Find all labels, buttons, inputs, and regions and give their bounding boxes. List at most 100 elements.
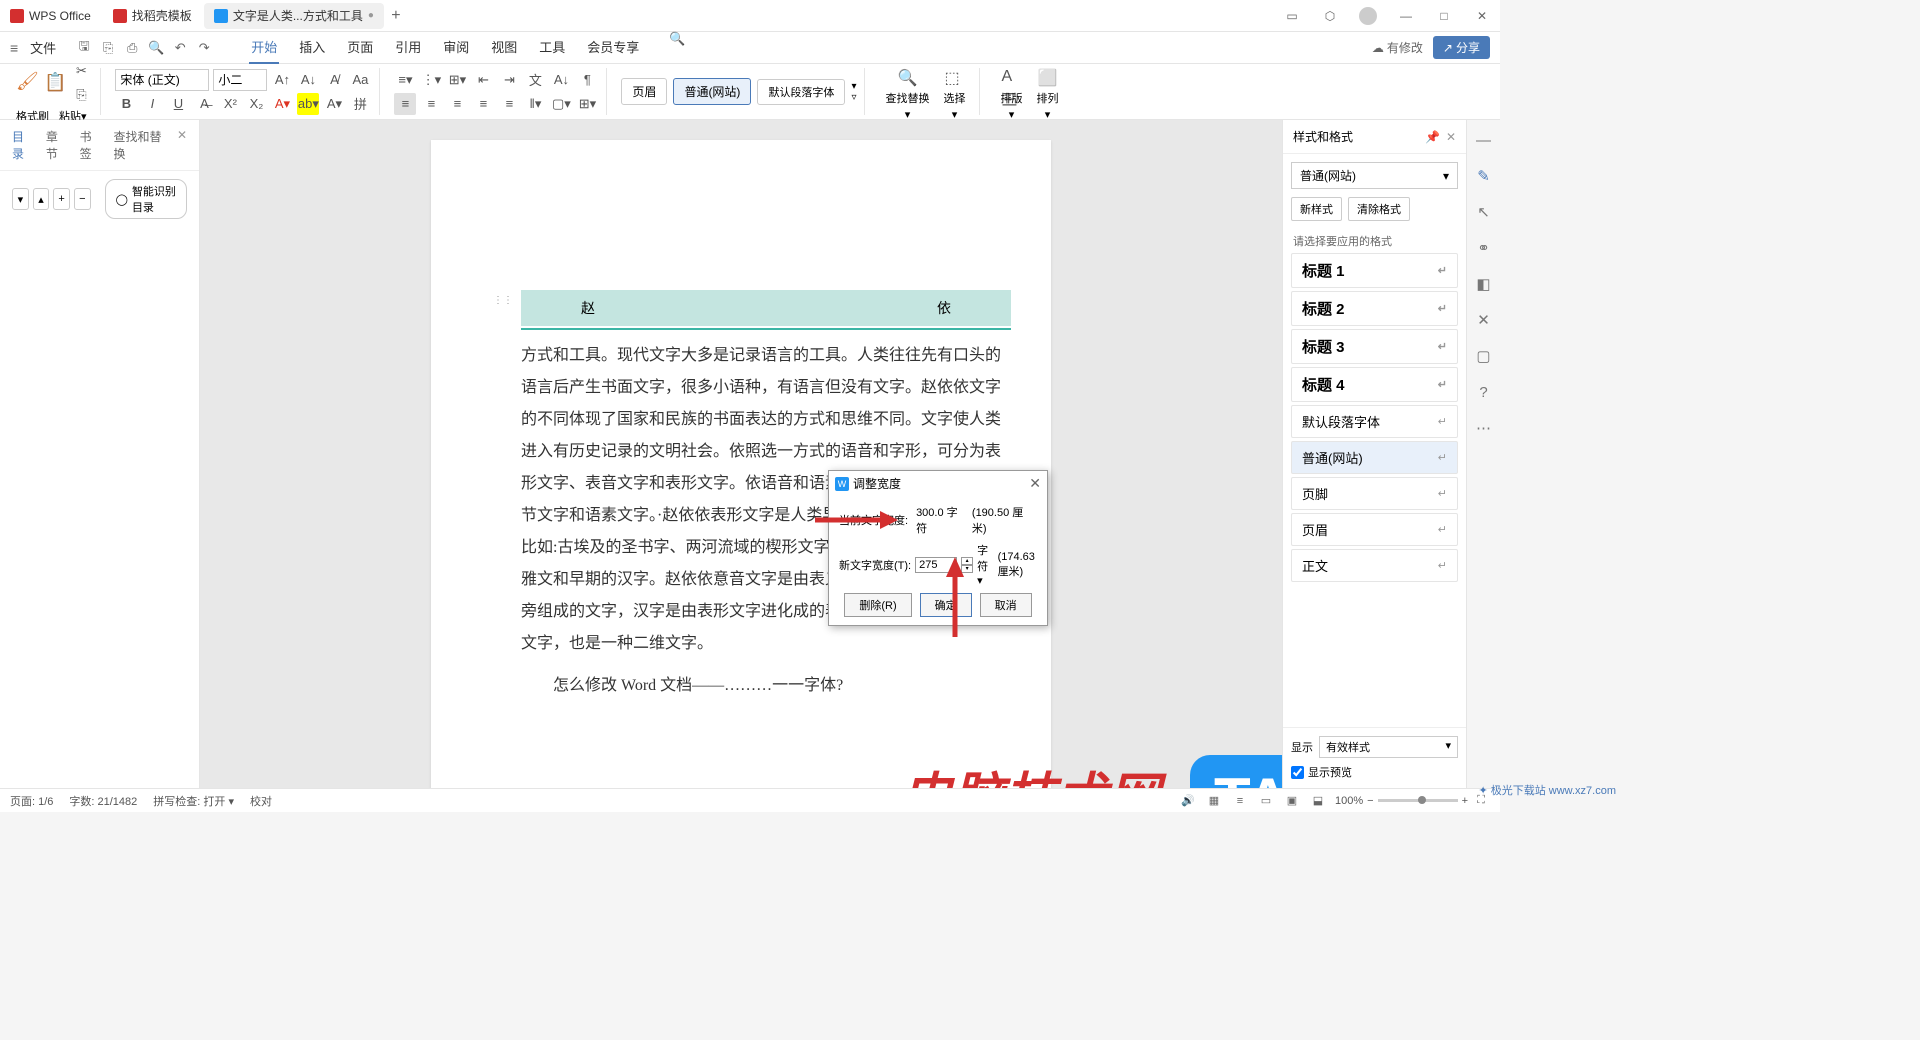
new-style-button[interactable]: 新样式: [1291, 197, 1342, 221]
clear-format-button[interactable]: 清除格式: [1348, 197, 1410, 221]
dialog-close-icon[interactable]: ✕: [1029, 475, 1041, 492]
drag-handle-icon[interactable]: ⋮⋮: [493, 295, 513, 306]
proofread-status[interactable]: 校对: [250, 793, 272, 809]
superscript-button[interactable]: X²: [219, 93, 241, 115]
decrease-indent-icon[interactable]: ⇤: [472, 69, 494, 91]
underline-button[interactable]: U: [167, 93, 189, 115]
sort-icon[interactable]: A↓: [550, 69, 572, 91]
style-item[interactable]: 普通(网站)↵: [1291, 441, 1458, 474]
highlight-button[interactable]: ab▾: [297, 93, 319, 115]
style-expand-icon[interactable]: ▾▿: [851, 81, 856, 103]
spinner-down[interactable]: ▾: [961, 565, 973, 573]
bullet-list-icon[interactable]: ≡▾: [394, 69, 416, 91]
tab-review[interactable]: 审阅: [441, 31, 471, 64]
close-button[interactable]: ✕: [1464, 2, 1500, 30]
increase-indent-icon[interactable]: ⇥: [498, 69, 520, 91]
pointer-icon[interactable]: ↖: [1474, 202, 1494, 222]
collapse-icon[interactable]: —: [1474, 130, 1494, 150]
view-web-icon[interactable]: ▭: [1257, 792, 1275, 810]
dialog-ok-button[interactable]: 确定: [920, 593, 972, 617]
minimize-button[interactable]: —: [1388, 2, 1424, 30]
show-marks-icon[interactable]: ¶: [576, 69, 598, 91]
smart-toc-button[interactable]: ◯ 智能识别目录: [105, 179, 187, 219]
arrange-button[interactable]: ⬜排列▾: [1030, 68, 1064, 115]
tools-icon[interactable]: ✕: [1474, 310, 1494, 330]
panel-close-icon[interactable]: ✕: [1446, 130, 1456, 144]
unit-dropdown[interactable]: 字符▾: [977, 542, 993, 587]
style-item[interactable]: 正文↵: [1291, 549, 1458, 582]
nav-close-icon[interactable]: ✕: [177, 128, 187, 162]
preview-checkbox[interactable]: 显示预览: [1291, 764, 1458, 780]
link-icon[interactable]: ⚭: [1474, 238, 1494, 258]
palette-icon[interactable]: ◧: [1474, 274, 1494, 294]
help-icon[interactable]: ?: [1474, 382, 1494, 402]
spell-check-status[interactable]: 拼写检查: 打开 ▾: [153, 793, 234, 809]
export-icon[interactable]: ⎘: [100, 40, 116, 56]
hamburger-icon[interactable]: ≡: [10, 40, 18, 56]
notebook-icon[interactable]: ▭: [1274, 2, 1310, 30]
preview-icon[interactable]: 🔍: [148, 40, 164, 56]
save-icon[interactable]: 🖫: [76, 40, 92, 56]
subscript-button[interactable]: X₂: [245, 93, 267, 115]
tab-document[interactable]: 文字是人类...方式和工具●: [204, 3, 384, 29]
tab-close-icon[interactable]: ●: [368, 10, 374, 21]
nav-down-button[interactable]: ▾: [12, 188, 29, 210]
align-center-icon[interactable]: ≡: [420, 93, 442, 115]
document-page[interactable]: ⋮⋮ 赵 依 方式和工具。现代文字大多是记录语言的工具。人类往往先有口头的语言后…: [431, 140, 1051, 788]
nav-tab-toc[interactable]: 目录: [12, 128, 32, 162]
style-item[interactable]: 标题 4↵: [1291, 367, 1458, 402]
select-button[interactable]: ⬚选择▾: [937, 68, 971, 115]
shading-icon[interactable]: ▢▾: [550, 93, 572, 115]
header-style-button[interactable]: 页眉: [621, 78, 667, 105]
tab-tools[interactable]: 工具: [537, 31, 567, 64]
font-color-button[interactable]: A▾: [271, 93, 293, 115]
align-left-icon[interactable]: ≡: [394, 93, 416, 115]
nav-tab-chapter[interactable]: 章节: [46, 128, 66, 162]
text-effect-button[interactable]: A▾: [323, 93, 345, 115]
nav-tab-bookmark[interactable]: 书签: [80, 128, 100, 162]
more-icon[interactable]: ⋯: [1474, 418, 1494, 438]
decrease-font-icon[interactable]: A↓: [297, 69, 319, 91]
zoom-level[interactable]: 100%: [1335, 795, 1363, 807]
format-brush-button[interactable]: 🖌: [16, 71, 40, 95]
text-direction-icon[interactable]: 文: [524, 69, 546, 91]
tab-member[interactable]: 会员专享: [585, 31, 641, 64]
document-question-text[interactable]: 怎么修改 Word 文档——………一一字体?: [521, 670, 1011, 702]
tab-page[interactable]: 页面: [345, 31, 375, 64]
tab-view[interactable]: 视图: [489, 31, 519, 64]
undo-icon[interactable]: ↶: [172, 40, 188, 56]
find-replace-button[interactable]: 🔍查找替换▾: [879, 68, 935, 115]
cube-icon[interactable]: ⬡: [1312, 2, 1348, 30]
bold-button[interactable]: B: [115, 93, 137, 115]
view-print-icon[interactable]: ▦: [1205, 792, 1223, 810]
phonetic-button[interactable]: 拼: [349, 93, 371, 115]
tab-add-button[interactable]: +: [386, 7, 406, 25]
borders-icon[interactable]: ⊞▾: [576, 93, 598, 115]
print-icon[interactable]: ⎙: [124, 40, 140, 56]
layout-button[interactable]: A三排版▾: [994, 68, 1028, 115]
font-family-select[interactable]: [115, 69, 209, 91]
view-read-icon[interactable]: ▣: [1283, 792, 1301, 810]
change-case-icon[interactable]: Aa: [349, 69, 371, 91]
tab-template[interactable]: 找稻壳模板: [103, 3, 202, 29]
word-count-status[interactable]: 字数: 21/1482: [69, 793, 137, 809]
numbered-list-icon[interactable]: ⋮▾: [420, 69, 442, 91]
zoom-slider[interactable]: [1378, 799, 1458, 802]
user-avatar[interactable]: [1350, 2, 1386, 30]
search-icon[interactable]: 🔍: [669, 31, 685, 47]
nav-tab-find[interactable]: 查找和替换: [113, 128, 163, 162]
pin-icon[interactable]: 📌: [1425, 130, 1440, 144]
bookmark-side-icon[interactable]: ▢: [1474, 346, 1494, 366]
align-justify-icon[interactable]: ≡: [472, 93, 494, 115]
default-para-style-button[interactable]: 默认段落字体: [757, 79, 845, 105]
style-item[interactable]: 标题 2↵: [1291, 291, 1458, 326]
align-distribute-icon[interactable]: ≡: [498, 93, 520, 115]
style-item[interactable]: 标题 3↵: [1291, 329, 1458, 364]
increase-font-icon[interactable]: A↑: [271, 69, 293, 91]
share-button[interactable]: ↗ 分享: [1433, 36, 1490, 59]
spinner-up[interactable]: ▴: [961, 557, 973, 565]
style-item[interactable]: 默认段落字体↵: [1291, 405, 1458, 438]
tab-reference[interactable]: 引用: [393, 31, 423, 64]
dialog-cancel-button[interactable]: 取消: [980, 593, 1032, 617]
current-style-dropdown[interactable]: 普通(网站)▾: [1291, 162, 1458, 189]
